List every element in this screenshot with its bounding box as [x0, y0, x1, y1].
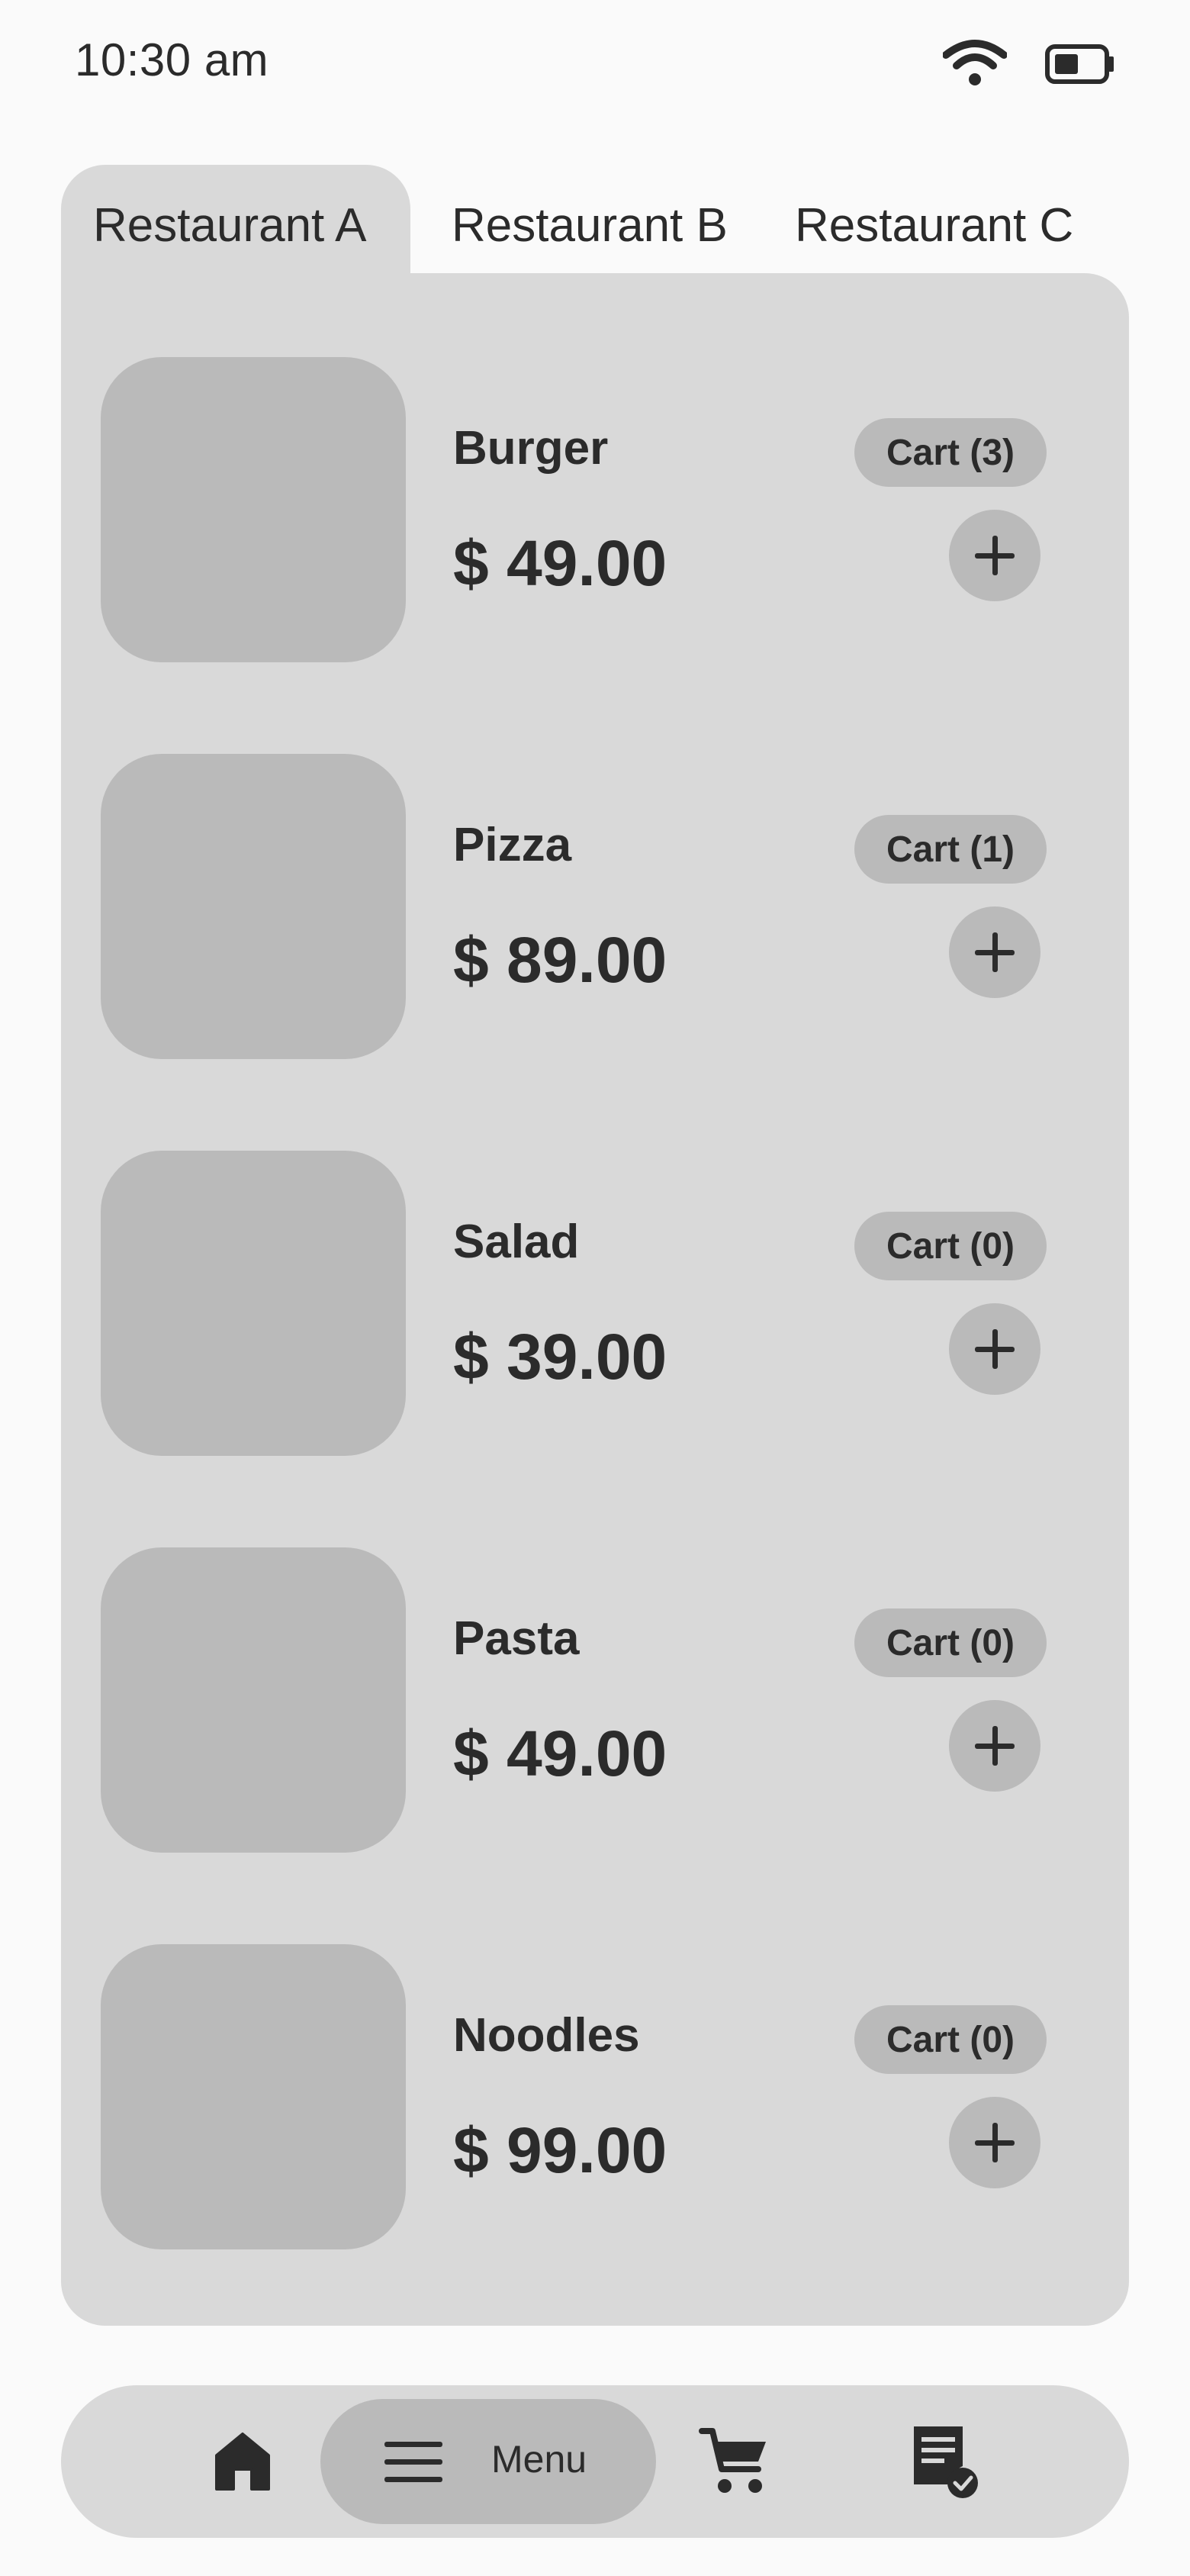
nav-menu-label: Menu [491, 2438, 587, 2481]
item-price: $ 99.00 [453, 2114, 667, 2186]
cart-icon[interactable] [699, 2425, 770, 2497]
cart-count-badge[interactable]: Cart (0) [854, 2005, 1047, 2074]
add-to-cart-button[interactable] [949, 510, 1040, 601]
item-image-placeholder [101, 1151, 406, 1456]
bottom-navigation: Menu [61, 2385, 1129, 2538]
battery-icon [1045, 44, 1114, 84]
cart-count-badge[interactable]: Cart (0) [854, 1212, 1047, 1280]
add-to-cart-button[interactable] [949, 906, 1040, 998]
cart-count-badge[interactable]: Cart (1) [854, 815, 1047, 884]
add-to-cart-button[interactable] [949, 1700, 1040, 1792]
orders-icon[interactable] [909, 2423, 979, 2500]
item-price: $ 39.00 [453, 1321, 667, 1393]
item-image-placeholder [101, 1944, 406, 2249]
item-name: Pizza [453, 819, 572, 871]
tab-restaurant-a[interactable]: Restaurant A [93, 198, 366, 253]
tab-restaurant-b[interactable]: Restaurant B [452, 198, 728, 253]
status-time: 10:30 am [75, 34, 269, 85]
home-icon[interactable] [214, 2431, 272, 2492]
item-image-placeholder [101, 357, 406, 662]
add-to-cart-button[interactable] [949, 2097, 1040, 2188]
menu-item[interactable]: Pasta $ 49.00 Cart (0) [61, 1547, 1129, 1853]
item-price: $ 49.00 [453, 1718, 667, 1789]
add-to-cart-button[interactable] [949, 1303, 1040, 1395]
menu-item[interactable]: Burger $ 49.00 Cart (3) [61, 357, 1129, 662]
cart-count-badge[interactable]: Cart (0) [854, 1608, 1047, 1677]
menu-item[interactable]: Noodles $ 99.00 Cart (0) [61, 1944, 1129, 2249]
menu-item[interactable]: Salad $ 39.00 Cart (0) [61, 1151, 1129, 1456]
cart-count-badge[interactable]: Cart (3) [854, 418, 1047, 487]
item-price: $ 49.00 [453, 527, 667, 599]
nav-menu-button[interactable]: Menu [320, 2399, 656, 2524]
item-name: Pasta [453, 1612, 580, 1665]
item-image-placeholder [101, 1547, 406, 1853]
tab-restaurant-c[interactable]: Restaurant C [795, 198, 1073, 253]
menu-icon [384, 2442, 442, 2482]
item-price: $ 89.00 [453, 924, 667, 996]
item-name: Burger [453, 422, 609, 475]
item-name: Salad [453, 1216, 580, 1268]
item-name: Noodles [453, 2009, 640, 2062]
wifi-icon [943, 40, 1007, 85]
item-image-placeholder [101, 754, 406, 1059]
menu-item[interactable]: Pizza $ 89.00 Cart (1) [61, 754, 1129, 1059]
